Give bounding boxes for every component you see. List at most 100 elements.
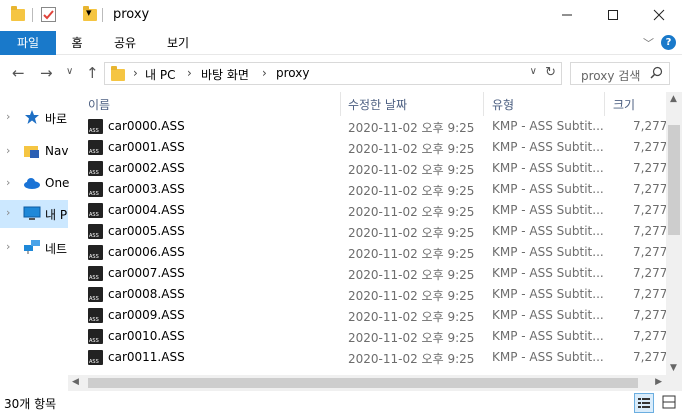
tab-share[interactable]: 공유: [110, 31, 140, 55]
navigation-pane: › 바로 › Nav › One › 내 P › 네트: [0, 92, 69, 390]
file-type: KMP - ASS Subtit...: [492, 308, 604, 322]
chevron-right-icon[interactable]: ›: [6, 206, 10, 219]
ass-file-icon: [88, 266, 103, 281]
star-icon: [25, 110, 39, 124]
breadcrumb-separator[interactable]: ›: [133, 66, 138, 80]
column-header-name[interactable]: 이름: [88, 96, 110, 113]
details-view-button[interactable]: [634, 393, 654, 413]
address-bar[interactable]: › 내 PC › 바탕 화면 › proxy ∨ ↻: [104, 62, 562, 85]
expand-ribbon-icon[interactable]: ﹀: [643, 35, 654, 51]
column-header-date[interactable]: 수정한 날짜: [348, 96, 407, 113]
table-row[interactable]: car0010.ASS 2020-11-02 오후 9:25 KMP - ASS S…: [77, 326, 666, 347]
search-input[interactable]: proxy 검색: [581, 67, 640, 84]
chevron-right-icon[interactable]: ›: [6, 110, 10, 123]
sidebar-item-network[interactable]: › 네트: [0, 234, 68, 262]
forward-icon[interactable]: →: [40, 64, 53, 82]
sidebar-item-label: Nav: [45, 144, 69, 158]
tab-view[interactable]: 보기: [163, 31, 193, 55]
table-row[interactable]: car0002.ASS 2020-11-02 오후 9:25 KMP - ASS S…: [77, 158, 666, 179]
file-size: 7,277: [633, 308, 666, 322]
status-bar: 30개 항목: [0, 391, 682, 415]
sidebar-item-this-pc[interactable]: › 내 P: [0, 200, 68, 228]
ass-file-icon: [88, 350, 103, 365]
table-row[interactable]: car0011.ASS 2020-11-02 오후 9:25 KMP - ASS S…: [77, 347, 666, 368]
sidebar-item-onedrive[interactable]: › One: [0, 170, 69, 198]
vertical-scrollbar[interactable]: ▲ ▼: [666, 92, 682, 375]
table-row[interactable]: car0008.ASS 2020-11-02 오후 9:25 KMP - ASS S…: [77, 284, 666, 305]
scroll-left-icon[interactable]: ◀: [72, 377, 79, 387]
large-icons-view-icon: [662, 395, 676, 409]
sidebar-item-quick-access[interactable]: › 바로: [0, 104, 68, 132]
scroll-up-icon[interactable]: ▲: [670, 94, 677, 104]
file-date: 2020-11-02 오후 9:25: [348, 142, 475, 156]
sort-ascending-icon: ^: [205, 92, 213, 97]
customize-toolbar-icon[interactable]: ▾: [86, 6, 92, 19]
scroll-down-icon[interactable]: ▼: [670, 363, 677, 373]
tab-home[interactable]: 홈: [66, 31, 88, 55]
table-row[interactable]: car0007.ASS 2020-11-02 오후 9:25 KMP - ASS S…: [77, 263, 666, 284]
file-type: KMP - ASS Subtit...: [492, 140, 604, 154]
file-date: 2020-11-02 오후 9:25: [348, 310, 475, 324]
address-dropdown-icon[interactable]: ∨: [530, 66, 537, 77]
file-type: KMP - ASS Subtit...: [492, 329, 604, 343]
column-header-size[interactable]: 크기: [613, 96, 635, 113]
search-box[interactable]: proxy 검색: [570, 62, 670, 85]
column-divider[interactable]: [604, 92, 605, 116]
chevron-right-icon[interactable]: ›: [6, 240, 10, 253]
file-date: 2020-11-02 오후 9:25: [348, 289, 475, 303]
separator: [102, 8, 103, 22]
scroll-corner: [666, 375, 682, 391]
file-size: 7,277: [633, 329, 666, 343]
file-type: KMP - ASS Subtit...: [492, 203, 604, 217]
table-row[interactable]: car0001.ASS 2020-11-02 오후 9:25 KMP - ASS S…: [77, 137, 666, 158]
scroll-thumb[interactable]: [668, 125, 680, 235]
table-row[interactable]: car0006.ASS 2020-11-02 오후 9:25 KMP - ASS S…: [77, 242, 666, 263]
breadcrumb-separator[interactable]: ›: [262, 66, 267, 80]
properties-icon[interactable]: [41, 7, 56, 22]
file-date: 2020-11-02 오후 9:25: [348, 163, 475, 177]
maximize-button[interactable]: [590, 0, 636, 30]
title-bar: ▾ proxy: [0, 0, 682, 32]
scroll-thumb[interactable]: [88, 378, 638, 388]
column-header-type[interactable]: 유형: [492, 96, 514, 113]
file-size: 7,277: [633, 140, 666, 154]
file-size: 7,277: [633, 245, 666, 259]
file-date: 2020-11-02 오후 9:25: [348, 268, 475, 282]
chevron-right-icon[interactable]: ›: [6, 144, 10, 157]
file-name: car0009.ASS: [108, 308, 185, 322]
ass-file-icon: [88, 287, 103, 302]
table-row[interactable]: car0000.ASS 2020-11-02 오후 9:25 KMP - ASS S…: [77, 116, 666, 137]
column-divider[interactable]: [483, 92, 484, 116]
breadcrumb-separator[interactable]: ›: [187, 66, 192, 80]
back-icon[interactable]: ←: [12, 64, 25, 82]
file-size: 7,277: [633, 161, 666, 175]
large-icons-view-button[interactable]: [660, 393, 680, 413]
column-divider[interactable]: [340, 92, 341, 116]
file-type: KMP - ASS Subtit...: [492, 287, 604, 301]
breadcrumb-this-pc[interactable]: 내 PC: [145, 66, 175, 83]
refresh-icon[interactable]: ↻: [545, 65, 556, 80]
table-row[interactable]: car0003.ASS 2020-11-02 오후 9:25 KMP - ASS S…: [77, 179, 666, 200]
table-row[interactable]: car0009.ASS 2020-11-02 오후 9:25 KMP - ASS S…: [77, 305, 666, 326]
help-icon[interactable]: ?: [661, 35, 676, 50]
ass-file-icon: [88, 329, 103, 344]
tab-file[interactable]: 파일: [0, 31, 56, 55]
window-title: proxy: [113, 7, 150, 22]
table-row[interactable]: car0004.ASS 2020-11-02 오후 9:25 KMP - ASS S…: [77, 200, 666, 221]
sidebar-item-nav[interactable]: › Nav: [0, 138, 68, 166]
recent-locations-icon[interactable]: ∨: [66, 66, 73, 77]
separator: [32, 8, 33, 22]
minimize-button[interactable]: [544, 0, 590, 30]
chevron-right-icon[interactable]: ›: [6, 176, 10, 189]
horizontal-scrollbar[interactable]: ◀ ▶: [68, 375, 666, 391]
up-icon[interactable]: ↑: [86, 64, 99, 82]
breadcrumb-proxy[interactable]: proxy: [276, 66, 309, 80]
file-size: 7,277: [633, 182, 666, 196]
table-row[interactable]: car0005.ASS 2020-11-02 오후 9:25 KMP - ASS S…: [77, 221, 666, 242]
breadcrumb-desktop[interactable]: 바탕 화면: [201, 66, 249, 83]
close-button[interactable]: [636, 0, 682, 30]
ass-file-icon: [88, 203, 103, 218]
scroll-right-icon[interactable]: ▶: [655, 377, 662, 387]
file-type: KMP - ASS Subtit...: [492, 224, 604, 238]
file-type: KMP - ASS Subtit...: [492, 245, 604, 259]
